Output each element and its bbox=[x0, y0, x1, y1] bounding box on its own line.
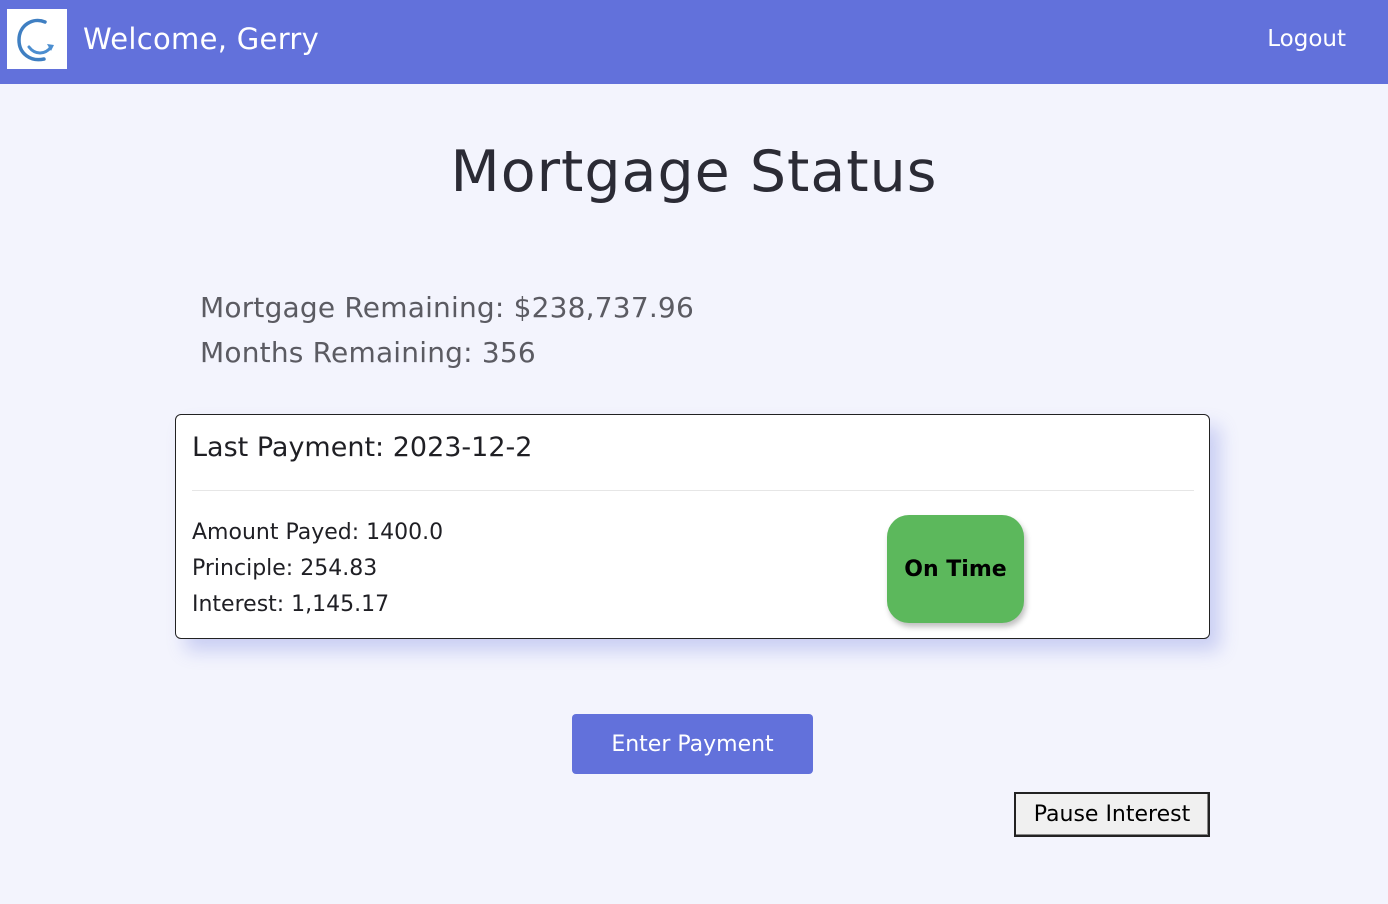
page-title: Mortgage Status bbox=[450, 139, 938, 205]
g-arrow-logo-icon[interactable] bbox=[7, 9, 67, 69]
last-payment-card: Last Payment: 2023-12-2 Amount Payed: 14… bbox=[175, 414, 1210, 639]
principle-amount: Principle: 254.83 bbox=[192, 556, 378, 581]
on-time-status-badge: On Time bbox=[887, 515, 1024, 623]
payment-details: Amount Payed: 1400.0 Principle: 254.83 I… bbox=[192, 515, 443, 623]
mortgage-remaining: Mortgage Remaining: $238,737.96 bbox=[200, 291, 694, 324]
amount-payed: Amount Payed: 1400.0 bbox=[192, 520, 444, 545]
months-remaining: Months Remaining: 356 bbox=[200, 336, 536, 369]
last-payment-title: Last Payment: 2023-12-2 bbox=[192, 432, 533, 463]
interest-amount: Interest: 1,145.17 bbox=[192, 592, 390, 617]
pause-interest-button[interactable]: Pause Interest bbox=[1014, 792, 1210, 837]
enter-payment-button[interactable]: Enter Payment bbox=[572, 714, 813, 774]
top-navbar: Welcome, Gerry Logout bbox=[0, 0, 1388, 84]
logout-link[interactable]: Logout bbox=[1267, 22, 1346, 56]
mortgage-summary: Mortgage Remaining: $238,737.96 Months R… bbox=[200, 285, 694, 375]
welcome-text: Welcome, Gerry bbox=[83, 22, 320, 56]
card-divider bbox=[192, 490, 1194, 491]
